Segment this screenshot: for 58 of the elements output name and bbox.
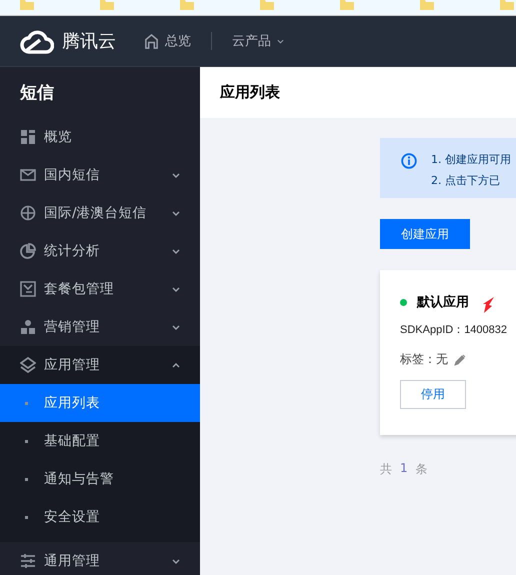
bullet-icon <box>25 440 28 442</box>
nav-link[interactable]: 云产品 <box>232 32 284 50</box>
folder-icon[interactable] <box>420 0 434 10</box>
sidebar-item[interactable]: 国内短信 <box>0 156 200 194</box>
sdk-app-id: SDKAppID：1400832 <box>400 323 508 337</box>
grid-icon <box>20 129 36 145</box>
chevron-down-icon <box>172 210 180 216</box>
submenu-item[interactable]: 基础配置 <box>0 422 200 460</box>
folder-icon[interactable] <box>100 0 114 10</box>
chevron-down-icon <box>172 286 180 292</box>
pie-icon <box>20 243 36 259</box>
home-icon <box>144 34 159 48</box>
mail-icon <box>20 167 36 183</box>
sidebar-item[interactable]: 应用管理 <box>0 346 200 384</box>
people-icon <box>20 319 36 335</box>
total-label: 共 <box>380 461 392 478</box>
tag-label: 标签：无 <box>400 351 448 368</box>
submenu-item[interactable]: 应用列表 <box>0 384 200 422</box>
folder-icon[interactable] <box>20 0 34 10</box>
chevron-down-icon <box>172 248 180 254</box>
folder-icon[interactable] <box>340 0 354 10</box>
sidebar-item[interactable]: 营销管理 <box>0 308 200 346</box>
chevron-down-icon <box>172 324 180 330</box>
sidebar-item[interactable]: 统计分析 <box>0 232 200 270</box>
notice-text: 2. 点击下方已 <box>431 173 501 188</box>
layers-icon <box>20 357 36 373</box>
bullet-icon <box>25 402 28 404</box>
sidebar-title: 短信 <box>18 82 55 105</box>
sidebar-item[interactable]: 概览 <box>0 118 200 156</box>
bullet-icon <box>25 478 28 480</box>
total-count: 1 <box>400 461 408 477</box>
caret-icon <box>277 38 284 44</box>
total-label: 条 <box>416 461 428 478</box>
package-icon <box>20 281 36 297</box>
bullet-icon <box>25 516 28 518</box>
pencil-icon[interactable] <box>454 354 466 366</box>
sidebar-item[interactable]: 套餐包管理 <box>0 270 200 308</box>
disable-button[interactable]: 停用 <box>400 380 466 409</box>
sidebar-item[interactable]: 国际/港澳台短信 <box>0 194 200 232</box>
submenu-item[interactable]: 通知与告警 <box>0 460 200 498</box>
app-name: 默认应用 <box>417 294 469 311</box>
create-app-button[interactable]: 创建应用 <box>380 219 470 249</box>
folder-icon[interactable] <box>180 0 194 10</box>
sidebar-item[interactable]: 通用管理 <box>0 542 200 575</box>
sliders-icon <box>20 553 36 569</box>
globe-icon <box>20 205 36 221</box>
info-icon <box>401 153 417 169</box>
folder-icon[interactable] <box>260 0 274 10</box>
folder-icon[interactable] <box>500 0 514 10</box>
cloud-logo-icon[interactable] <box>20 28 54 54</box>
chevron-down-icon <box>172 558 180 564</box>
notice-text: 1. 创建应用可用 <box>431 152 511 167</box>
page-title: 应用列表 <box>220 83 280 102</box>
nav-link[interactable]: 总览 <box>144 32 191 50</box>
submenu-item[interactable]: 安全设置 <box>0 498 200 536</box>
chevron-up-icon <box>172 362 180 368</box>
logo-text[interactable]: 腾讯云 <box>62 29 116 53</box>
chevron-down-icon <box>172 172 180 178</box>
